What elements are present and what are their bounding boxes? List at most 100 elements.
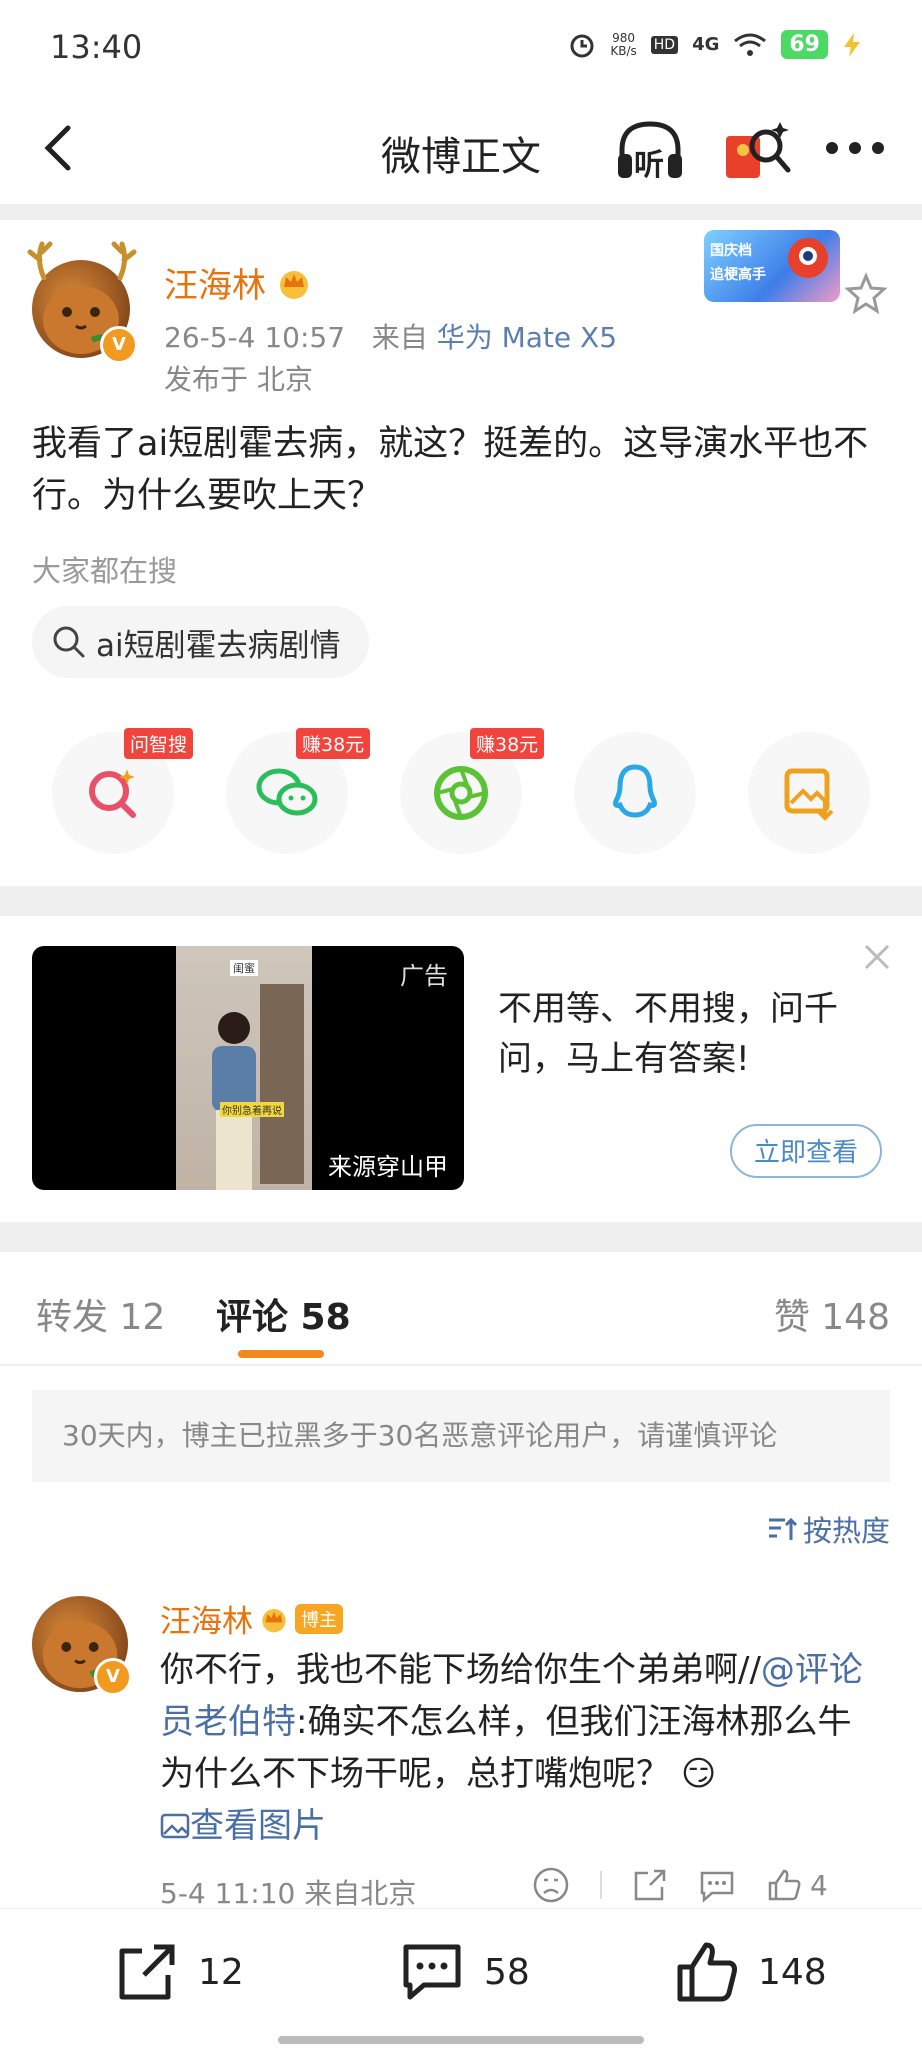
nav-bar: 微博正文 听: [0, 96, 922, 204]
ad-video-frame: 闺蜜 你别急着再说: [176, 946, 312, 1190]
thumbs-up-icon: [768, 1869, 801, 1901]
battery-level: 69: [781, 30, 828, 59]
divider: [0, 1364, 922, 1366]
source-prefix: 来自: [371, 321, 428, 354]
thumbs-up-icon: [677, 1942, 737, 2002]
share-save-image[interactable]: [748, 732, 870, 854]
ad-text[interactable]: 不用等、不用搜，问千问，马上有答案!: [498, 984, 888, 1084]
event-badge-line1: 国庆档: [710, 243, 752, 259]
ad-person-figure: [212, 1012, 256, 1190]
favorite-star-icon[interactable]: [844, 272, 888, 316]
comment-notice: 30天内，博主已拉黑多于30名恶意评论用户，请谨慎评论: [32, 1390, 890, 1482]
reply-icon[interactable]: [698, 1867, 736, 1903]
post-location: 发布于 北京: [164, 363, 313, 396]
verified-badge-icon: V: [94, 1658, 132, 1696]
divider: [0, 204, 922, 220]
ad-thumbnail[interactable]: 闺蜜 你别急着再说 广告 来源穿山甲: [32, 946, 464, 1190]
bottom-action-bar: 12 58 148: [0, 1908, 922, 2049]
wechat-icon: [256, 768, 318, 816]
sort-label: 按热度: [802, 1514, 890, 1548]
signal-icon: 4G: [692, 34, 720, 55]
wifi-icon: [734, 33, 767, 56]
comment-author[interactable]: 汪海林: [160, 1596, 253, 1641]
save-image-icon: [784, 768, 834, 821]
event-badge[interactable]: 国庆档 追梗高手: [704, 230, 840, 302]
share-icon[interactable]: [632, 1867, 668, 1903]
qq-icon: [613, 764, 657, 818]
red-packet-search-icon[interactable]: [720, 116, 792, 184]
view-image-label: 查看图片: [190, 1806, 326, 1846]
net-speed-value: 980: [612, 30, 635, 45]
antler-decoration-icon: [27, 241, 137, 280]
comment-meta: 5-4 11:10 来自北京: [160, 1877, 417, 1910]
emoji-smirk: 😏: [680, 1754, 717, 1794]
search-icon: [53, 626, 85, 658]
trending-search-label: 大家都在搜: [32, 554, 178, 588]
post-text: 我看了ai短剧霍去病，就这？挺差的。这导演水平也不行。为什么要吹上天？: [32, 424, 869, 516]
charging-icon: [844, 32, 860, 57]
search-spark-icon: [89, 769, 136, 818]
comment-text-part1: 你不行，我也不能下场给你生个弟弟啊//: [160, 1650, 761, 1690]
active-tab-indicator: [238, 1350, 324, 1358]
dislike-face-icon[interactable]: [532, 1866, 570, 1904]
host-badge: 博主: [295, 1603, 343, 1634]
ad-view-button[interactable]: 立即查看: [730, 1124, 882, 1178]
separator: [600, 1871, 602, 1899]
tab-like[interactable]: 赞 148: [774, 1288, 890, 1340]
ad-thumb-caption: 你别急着再说: [220, 1102, 284, 1117]
sort-button[interactable]: 按热度: [767, 1508, 890, 1550]
hd-icon: HD: [650, 35, 679, 54]
share-tag-wechat: 赚38元: [296, 728, 371, 759]
sort-icon: [768, 1517, 797, 1540]
mascot-icon: [788, 238, 828, 278]
listen-button[interactable]: 听: [614, 116, 686, 184]
bottom-repost-count: 12: [198, 1951, 244, 1993]
repost-icon: [119, 1944, 175, 2000]
divider: [0, 1222, 922, 1252]
back-arrow-icon[interactable]: [30, 118, 90, 178]
bottom-like-count: 148: [758, 1951, 827, 1993]
ad-thumb-tag: 闺蜜: [230, 960, 258, 976]
status-icons: 980 KB/s HD 4G 69: [568, 30, 862, 59]
tab-repost[interactable]: 转发 12: [36, 1288, 165, 1340]
comment-author-row: 汪海林 博主: [160, 1596, 343, 1641]
post-meta: 26-5-4 10:57 来自 华为 Mate X5: [164, 316, 617, 356]
close-icon[interactable]: [860, 940, 894, 974]
share-row: 问智搜 赚38元 赚38元: [52, 728, 872, 862]
post-date: 26-5-4 10:57: [164, 321, 346, 354]
crown-icon: [262, 1608, 286, 1632]
moments-icon: [434, 766, 488, 820]
status-time: 13:40: [50, 28, 143, 66]
net-speed: 980 KB/s: [610, 30, 637, 58]
author-name[interactable]: 汪海林: [164, 258, 266, 307]
ad-source: 来源穿山甲: [328, 1153, 448, 1181]
comment-like-count: 4: [810, 1868, 828, 1902]
bottom-like-button[interactable]: 148: [674, 1939, 827, 2005]
bottom-comment-count: 58: [484, 1951, 530, 1993]
share-tag-ask-ai: 问智搜: [124, 728, 194, 759]
share-qq[interactable]: [574, 732, 696, 854]
event-badge-line2: 追梗高手: [710, 267, 766, 283]
home-indicator[interactable]: [278, 2036, 644, 2044]
bottom-comment-button[interactable]: 58: [398, 1939, 530, 2005]
bottom-repost-button[interactable]: 12: [114, 1939, 244, 2005]
view-image-link[interactable]: 查看图片: [160, 1806, 326, 1846]
source-device[interactable]: 华为 Mate X5: [437, 321, 617, 354]
trending-search-chip[interactable]: ai短剧霍去病剧情: [32, 606, 369, 678]
share-tag-moments: 赚38元: [470, 728, 545, 759]
comment-icon: [403, 1944, 461, 2000]
more-icon[interactable]: [820, 118, 890, 178]
listen-label: 听: [634, 148, 664, 183]
image-icon: [160, 1813, 190, 1839]
ad-label: 广告: [400, 962, 448, 990]
comment-like[interactable]: 4: [766, 1867, 828, 1903]
net-speed-unit: KB/s: [610, 43, 637, 58]
tab-comment[interactable]: 评论 58: [216, 1288, 351, 1340]
crown-icon: [280, 270, 308, 299]
trending-search-text: ai短剧霍去病剧情: [96, 627, 341, 664]
verified-badge-icon: V: [100, 326, 138, 364]
comment-actions: 4: [532, 1866, 828, 1904]
comment-text: 你不行，我也不能下场给你生个弟弟啊//@评论员老伯特:确实不怎么样，但我们汪海林…: [160, 1644, 880, 1852]
status-bar: 13:40 980 KB/s HD 4G 69: [0, 0, 922, 96]
author-row: 汪海林: [164, 258, 312, 307]
